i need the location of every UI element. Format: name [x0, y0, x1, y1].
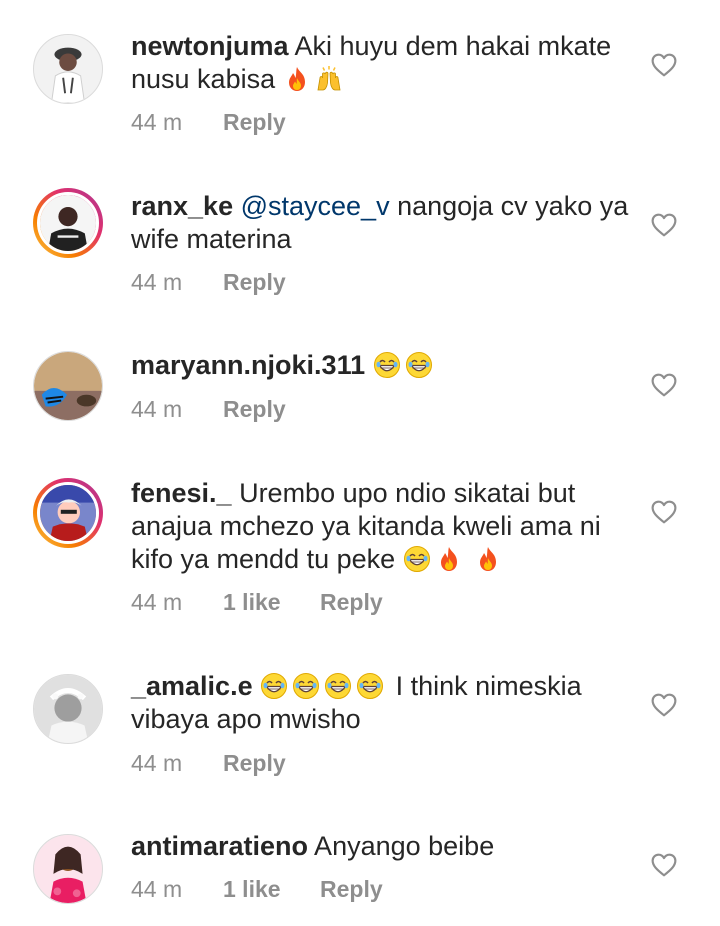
avatar-image	[34, 675, 102, 743]
comment-time: 44 m	[131, 269, 183, 295]
likes-count[interactable]: 1 like	[223, 876, 320, 903]
like-heart-icon[interactable]	[651, 53, 677, 77]
laughing-tears-icon	[260, 672, 288, 700]
laughing-tears-icon	[403, 545, 431, 573]
comment-meta: 44 m Reply	[131, 750, 286, 777]
avatar-image	[34, 35, 102, 103]
comment-meta: 44 m Reply	[131, 269, 286, 296]
reply-button[interactable]: Reply	[320, 589, 383, 616]
fire-icon	[474, 545, 502, 573]
like-heart-icon[interactable]	[651, 500, 677, 524]
reply-button[interactable]: Reply	[320, 876, 383, 903]
comment-text: _amalic.e I think nimeskia vibaya apo mw…	[131, 670, 631, 736]
comment-text: antimaratieno Anyango beibe	[131, 830, 631, 863]
avatar[interactable]	[33, 834, 103, 904]
avatar[interactable]	[33, 34, 103, 104]
avatar[interactable]	[33, 188, 103, 258]
laughing-tears-icon	[292, 672, 320, 700]
like-heart-icon[interactable]	[651, 693, 677, 717]
comment-text: maryann.njoki.311	[131, 349, 631, 382]
comment-meta: 44 m 1 like Reply	[131, 589, 383, 616]
avatar[interactable]	[33, 478, 103, 548]
comment-time: 44 m	[131, 750, 183, 776]
comment-username[interactable]: ranx_ke	[131, 191, 233, 221]
laughing-tears-icon	[356, 672, 384, 700]
reply-button[interactable]: Reply	[223, 396, 286, 423]
comment-meta: 44 m Reply	[131, 109, 286, 136]
fire-icon	[283, 65, 311, 93]
avatar[interactable]	[33, 674, 103, 744]
mention-link[interactable]: @staycee_v	[233, 191, 390, 221]
likes-count[interactable]: 1 like	[223, 589, 320, 616]
laughing-tears-icon	[373, 351, 401, 379]
laughing-tears-icon	[405, 351, 433, 379]
comment-username[interactable]: maryann.njoki.311	[131, 350, 365, 380]
reply-button[interactable]: Reply	[223, 750, 286, 777]
like-heart-icon[interactable]	[651, 373, 677, 397]
comment-text: fenesi._ Urembo upo ndio sikatai but ana…	[131, 477, 631, 576]
comment-body	[365, 350, 373, 380]
comment-meta: 44 m 1 like Reply	[131, 876, 383, 903]
avatar-image	[37, 192, 99, 254]
reply-button[interactable]: Reply	[223, 109, 286, 136]
comment-username[interactable]: fenesi._	[131, 478, 232, 508]
comment-text: newtonjuma Aki huyu dem hakai mkate nusu…	[131, 30, 631, 96]
avatar-image	[37, 482, 99, 544]
like-heart-icon[interactable]	[651, 853, 677, 877]
comment-time: 44 m	[131, 876, 183, 902]
avatar[interactable]	[33, 351, 103, 421]
comment-time: 44 m	[131, 589, 183, 615]
comment-username[interactable]: _amalic.e	[131, 671, 253, 701]
reply-button[interactable]: Reply	[223, 269, 286, 296]
comment-username[interactable]: newtonjuma	[131, 31, 289, 61]
like-heart-icon[interactable]	[651, 213, 677, 237]
comment-username[interactable]: antimaratieno	[131, 831, 308, 861]
raising-hands-icon	[315, 65, 343, 93]
comment-text: ranx_ke @staycee_v nangoja cv yako ya wi…	[131, 190, 631, 256]
comment-body: Anyango beibe	[308, 831, 495, 861]
avatar-image	[34, 835, 102, 903]
comment-meta: 44 m Reply	[131, 396, 286, 423]
avatar-image	[34, 352, 102, 420]
fire-icon	[435, 545, 463, 573]
laughing-tears-icon	[324, 672, 352, 700]
comment-time: 44 m	[131, 109, 183, 135]
comment-time: 44 m	[131, 396, 183, 422]
